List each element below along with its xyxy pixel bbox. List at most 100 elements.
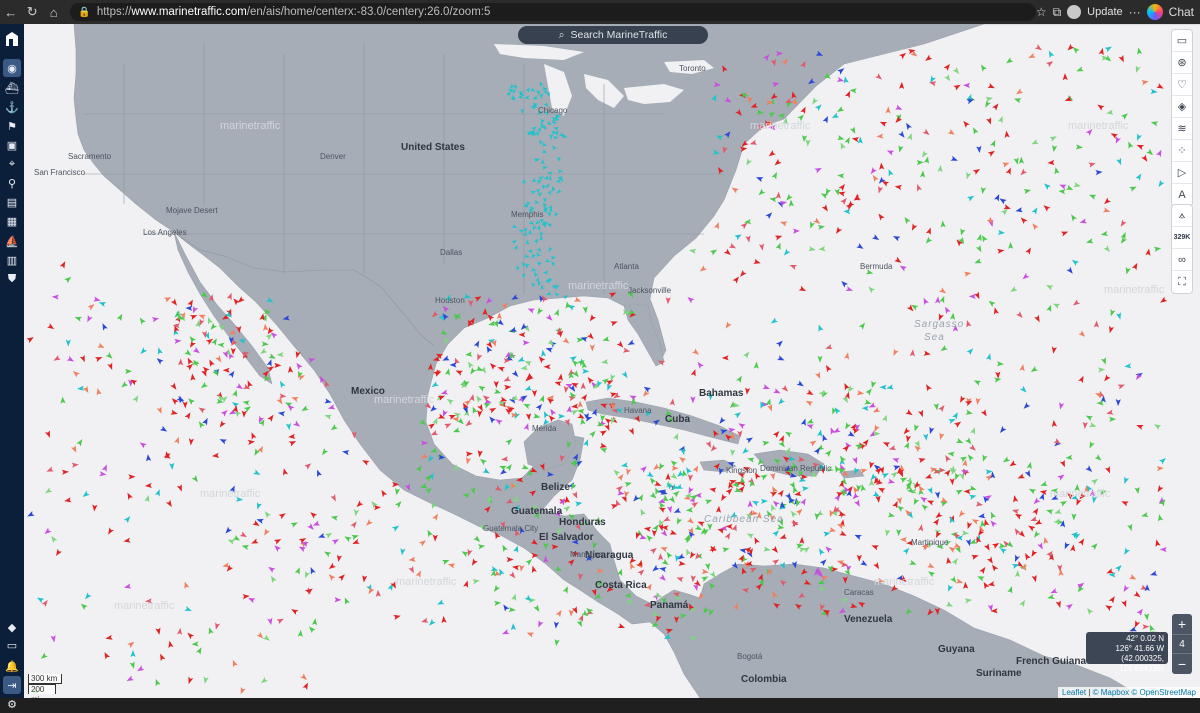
vessel-marker[interactable]	[658, 553, 664, 561]
vessel-marker[interactable]	[138, 316, 146, 325]
vessel-marker[interactable]	[649, 546, 659, 555]
vessel-marker[interactable]	[821, 204, 830, 213]
vessel-marker[interactable]	[336, 554, 343, 563]
vessel-marker[interactable]	[1094, 454, 1104, 462]
vessel-marker[interactable]	[888, 445, 897, 452]
vessel-marker[interactable]	[46, 323, 56, 331]
vessel-marker[interactable]	[771, 545, 779, 555]
vessel-marker[interactable]	[617, 568, 624, 577]
vessel-marker[interactable]	[1091, 496, 1098, 504]
vessel-marker[interactable]	[769, 317, 779, 325]
vessel-marker[interactable]	[205, 337, 215, 345]
vessel-marker[interactable]	[456, 417, 466, 427]
vessel-marker[interactable]	[1060, 229, 1069, 237]
vessel-marker[interactable]	[1104, 603, 1113, 612]
vessel-marker[interactable]	[1066, 266, 1074, 276]
vessel-marker[interactable]	[1045, 508, 1054, 515]
vessel-marker[interactable]	[1157, 514, 1164, 522]
vessel-marker[interactable]	[170, 396, 179, 405]
vessel-marker[interactable]	[789, 509, 798, 518]
vessel-marker[interactable]	[555, 188, 562, 196]
vessel-marker[interactable]	[537, 355, 546, 364]
vessel-marker[interactable]	[965, 409, 974, 417]
vessel-marker[interactable]	[226, 292, 234, 301]
vessel-marker[interactable]	[779, 219, 788, 227]
vessel-marker[interactable]	[975, 244, 984, 254]
vessel-marker[interactable]	[1029, 549, 1038, 559]
vessel-marker[interactable]	[228, 369, 236, 379]
vessel-marker[interactable]	[351, 538, 360, 546]
vessel-marker[interactable]	[190, 373, 196, 381]
vessel-marker[interactable]	[800, 497, 808, 506]
vessel-marker[interactable]	[887, 478, 896, 485]
vessel-marker[interactable]	[541, 142, 548, 148]
vessel-marker[interactable]	[952, 67, 961, 76]
vessel-marker[interactable]	[966, 347, 976, 356]
vessel-marker[interactable]	[688, 248, 697, 254]
vessel-marker[interactable]	[186, 396, 195, 405]
vessel-marker[interactable]	[756, 458, 765, 467]
vessel-marker[interactable]	[529, 87, 537, 94]
home-icon[interactable]: ⌂	[43, 1, 64, 23]
vessels-icon[interactable]: ⛴	[3, 79, 21, 97]
vessel-marker[interactable]	[724, 96, 733, 105]
vessel-marker[interactable]	[1050, 494, 1059, 503]
vessel-marker[interactable]	[543, 364, 551, 370]
vessel-marker[interactable]	[474, 294, 483, 303]
vessel-marker[interactable]	[502, 376, 511, 384]
vessel-marker[interactable]	[174, 436, 181, 445]
vessel-marker[interactable]	[906, 540, 914, 546]
vessel-marker[interactable]	[394, 499, 404, 509]
vessel-marker[interactable]	[554, 638, 560, 647]
vessel-marker[interactable]	[997, 248, 1005, 254]
vessel-marker[interactable]	[532, 95, 539, 101]
vessel-marker[interactable]	[617, 490, 625, 496]
vessel-marker[interactable]	[236, 296, 245, 305]
vessel-marker[interactable]	[770, 59, 778, 67]
vessel-marker[interactable]	[170, 382, 178, 392]
vessel-marker[interactable]	[731, 523, 739, 532]
vessel-marker[interactable]	[1018, 530, 1027, 539]
vessel-marker[interactable]	[845, 286, 854, 293]
vessel-marker[interactable]	[924, 236, 933, 246]
vessel-marker[interactable]	[189, 313, 198, 320]
vessel-marker[interactable]	[1100, 357, 1108, 365]
vessel-marker[interactable]	[43, 527, 52, 536]
vessel-marker[interactable]	[798, 285, 808, 294]
vessel-marker[interactable]	[551, 544, 559, 550]
vessel-marker[interactable]	[934, 607, 941, 616]
vessel-marker[interactable]	[782, 248, 791, 258]
vessel-marker[interactable]	[178, 358, 184, 366]
vessel-marker[interactable]	[948, 417, 956, 425]
vessel-marker[interactable]	[580, 393, 589, 402]
vessel-marker[interactable]	[228, 329, 237, 336]
vessel-marker[interactable]	[1062, 73, 1068, 81]
vessel-marker[interactable]	[217, 323, 226, 331]
vessel-marker[interactable]	[525, 413, 532, 421]
vessel-marker[interactable]	[445, 397, 455, 405]
vessel-marker[interactable]	[1120, 231, 1129, 240]
vessel-marker[interactable]	[915, 183, 922, 192]
layers-icon[interactable]: ◈	[1172, 96, 1192, 118]
vessel-marker[interactable]	[156, 347, 163, 355]
vessel-marker[interactable]	[760, 498, 768, 504]
vessel-marker[interactable]	[393, 613, 401, 620]
vessel-marker[interactable]	[176, 484, 184, 492]
vessel-marker[interactable]	[508, 571, 518, 580]
vessel-marker[interactable]	[963, 489, 971, 495]
vessel-marker[interactable]	[934, 491, 941, 499]
vessel-marker[interactable]	[1120, 111, 1130, 120]
tracking-icon[interactable]: ⌖	[3, 155, 21, 173]
vessel-marker[interactable]	[76, 438, 84, 447]
vessel-marker[interactable]	[715, 133, 724, 141]
vessel-marker[interactable]	[1069, 213, 1078, 222]
vessel-marker[interactable]	[218, 437, 227, 445]
vessel-marker[interactable]	[169, 462, 175, 471]
vessel-marker[interactable]	[1136, 47, 1143, 55]
vessel-marker[interactable]	[419, 452, 429, 461]
vessel-marker[interactable]	[1124, 363, 1132, 369]
vessel-marker[interactable]	[542, 270, 549, 275]
vessel-marker[interactable]	[288, 439, 298, 447]
vessel-marker[interactable]	[916, 160, 924, 166]
vessel-marker[interactable]	[188, 334, 197, 344]
